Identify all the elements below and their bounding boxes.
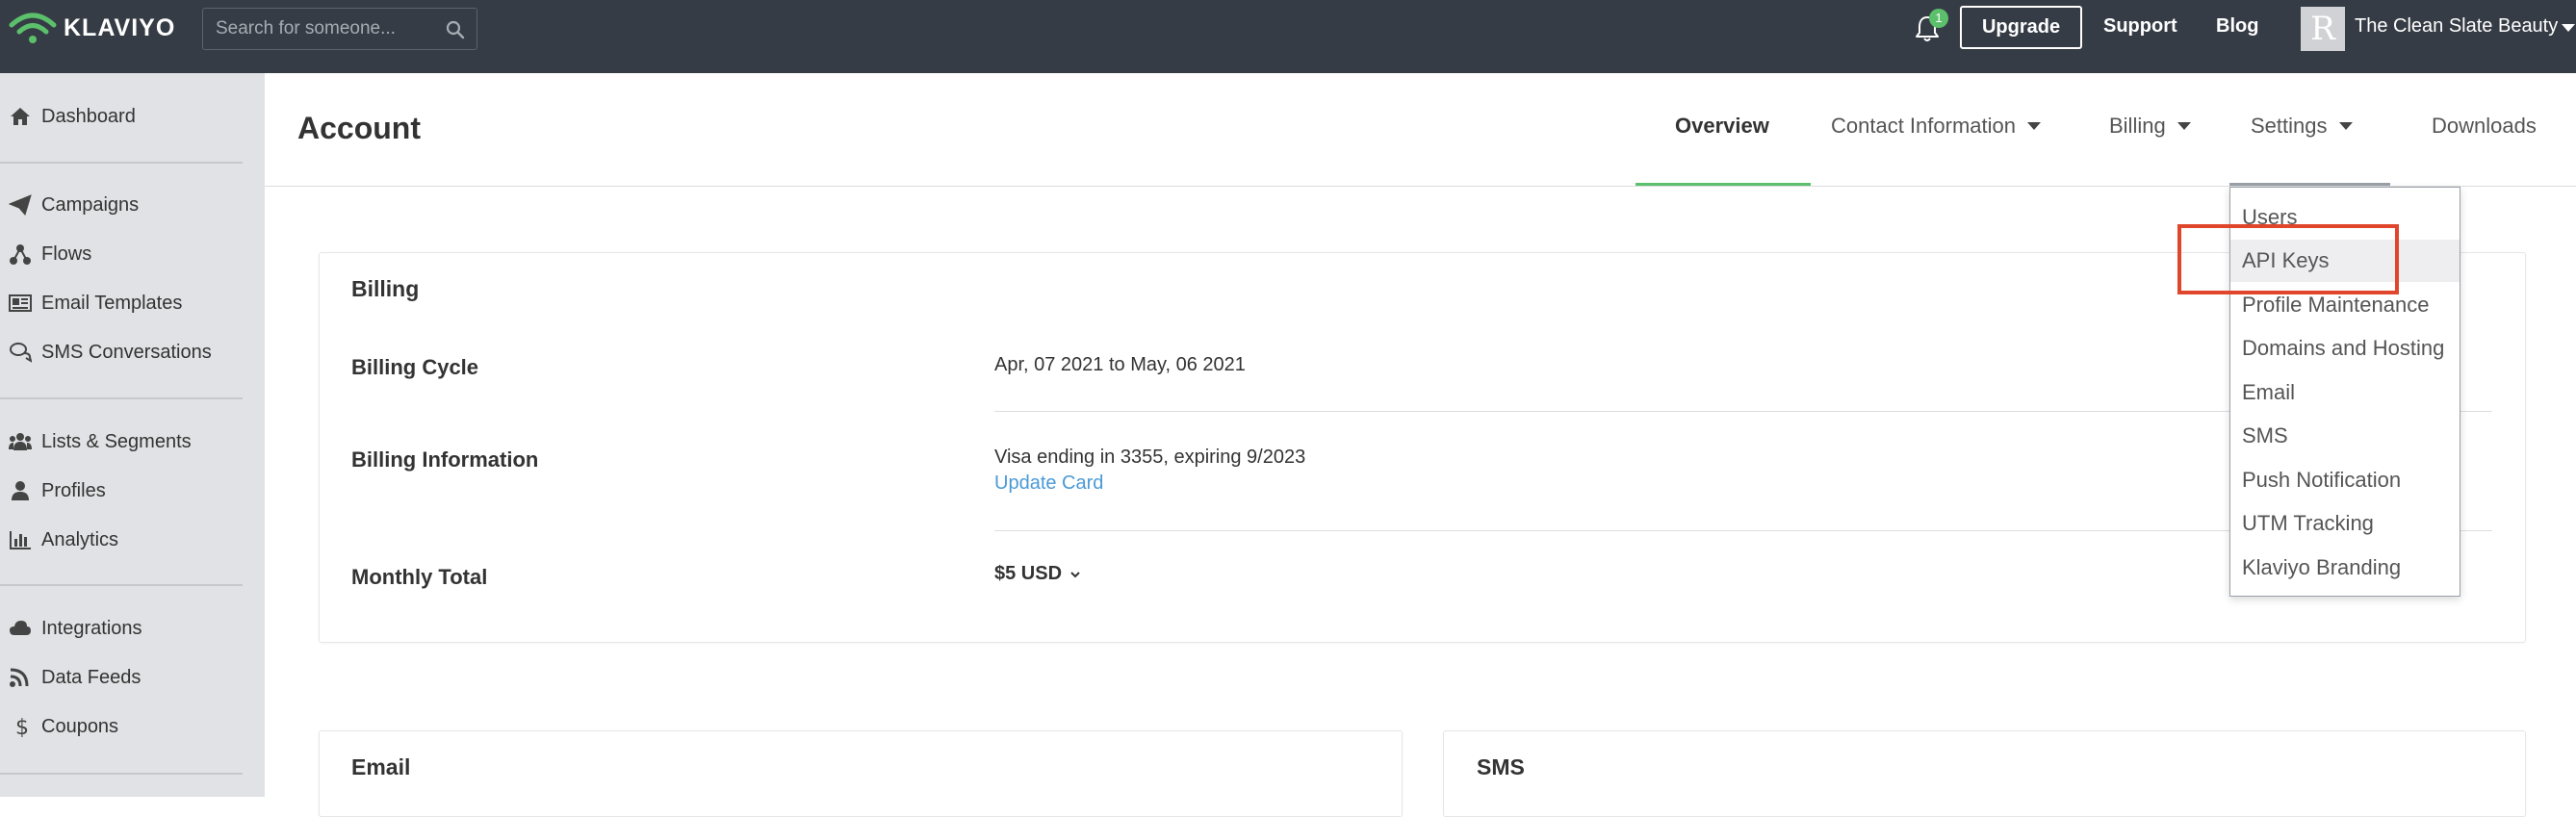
sms-card-title: SMS: [1477, 754, 1525, 779]
tab-label: Settings: [2251, 114, 2328, 138]
template-icon: [7, 292, 34, 315]
sidebar-item-label: Campaigns: [41, 193, 140, 216]
home-icon: [7, 105, 34, 128]
svg-text:$: $: [15, 716, 29, 737]
tab-label: Downloads: [2432, 114, 2537, 138]
sidebar-divider: [0, 397, 243, 399]
top-navigation-bar: KLAVIYO 1 Upgrade Support Blog R The Cle…: [0, 0, 2576, 73]
tab-contact-information[interactable]: Contact Information: [1831, 114, 2041, 139]
menu-item-utm-tracking[interactable]: UTM Tracking: [2230, 502, 2460, 545]
tab-label: Contact Information: [1831, 114, 2016, 138]
caret-down-icon: [2177, 122, 2191, 130]
sidebar-item-label: Analytics: [41, 528, 119, 550]
avatar[interactable]: R: [2301, 7, 2345, 51]
sidebar-divider: [0, 584, 243, 586]
sidebar-item-label: Email Templates: [41, 292, 183, 314]
sidebar: Dashboard Campaigns Flows Email Template…: [0, 73, 265, 797]
update-card-link[interactable]: Update Card: [994, 472, 1103, 495]
billing-cycle-value: Apr, 07 2021 to May, 06 2021: [994, 354, 1246, 375]
menu-item-push-notification[interactable]: Push Notification: [2230, 459, 2460, 501]
sidebar-item-dashboard[interactable]: Dashboard: [0, 97, 250, 136]
sidebar-item-label: Lists & Segments: [41, 430, 192, 452]
tab-label: Billing: [2109, 114, 2166, 138]
tab-label: Overview: [1675, 114, 1769, 138]
sms-card: [1443, 730, 2526, 817]
annotation-highlight-box: [2177, 224, 2399, 294]
sidebar-item-label: Profiles: [41, 479, 106, 501]
billing-information-value: Visa ending in 3355, expiring 9/2023: [994, 447, 1306, 468]
tab-downloads[interactable]: Downloads: [2432, 114, 2537, 139]
users-icon: [7, 430, 34, 453]
search-box[interactable]: [202, 8, 477, 50]
dollar-icon: $: [7, 715, 34, 738]
sidebar-item-label: Coupons: [41, 715, 119, 737]
monthly-total-dropdown[interactable]: $5 USD: [994, 563, 1081, 585]
sidebar-item-label: Flows: [41, 243, 92, 265]
sidebar-item-analytics[interactable]: Analytics: [0, 521, 250, 559]
sidebar-item-label: Data Feeds: [41, 666, 142, 688]
sidebar-item-label: Dashboard: [41, 105, 136, 127]
page-title: Account: [297, 111, 421, 145]
tab-overview[interactable]: Overview: [1675, 114, 1769, 139]
tab-billing[interactable]: Billing: [2109, 114, 2191, 139]
search-icon[interactable]: [446, 20, 465, 39]
blog-link[interactable]: Blog: [2216, 15, 2258, 38]
monthly-total-value: $5 USD: [994, 563, 1063, 584]
search-input[interactable]: [216, 18, 443, 39]
email-card-title: Email: [351, 754, 411, 779]
support-link[interactable]: Support: [2103, 15, 2177, 38]
tab-settings[interactable]: Settings: [2251, 114, 2353, 139]
sidebar-item-label: Integrations: [41, 617, 142, 639]
klaviyo-logo[interactable]: KLAVIYO: [6, 8, 175, 48]
account-name[interactable]: The Clean Slate Beauty: [2355, 15, 2558, 38]
sidebar-item-profiles[interactable]: Profiles: [0, 472, 250, 510]
sidebar-item-coupons[interactable]: $ Coupons: [0, 707, 250, 746]
sidebar-item-integrations[interactable]: Integrations: [0, 609, 250, 648]
billing-card-title: Billing: [351, 276, 420, 301]
sidebar-item-flows[interactable]: Flows: [0, 235, 250, 273]
billing-information-label: Billing Information: [351, 447, 539, 472]
billing-cycle-label: Billing Cycle: [351, 355, 479, 379]
email-card: [319, 730, 1403, 817]
wifi-logo-icon: [9, 13, 57, 43]
paper-plane-icon: [7, 193, 34, 217]
monthly-total-label: Monthly Total: [351, 565, 488, 589]
brand-name: KLAVIYO: [64, 13, 176, 41]
rss-icon: [7, 666, 34, 689]
flow-icon: [7, 243, 34, 266]
caret-down-icon: [2026, 122, 2041, 130]
user-icon: [7, 479, 34, 502]
menu-item-domains-and-hosting[interactable]: Domains and Hosting: [2230, 327, 2460, 370]
upgrade-button[interactable]: Upgrade: [1960, 6, 2082, 49]
menu-item-email[interactable]: Email: [2230, 371, 2460, 414]
sidebar-item-label: SMS Conversations: [41, 341, 212, 363]
chat-icon: [7, 341, 34, 364]
caret-down-icon: [2338, 122, 2353, 130]
sidebar-divider: [0, 162, 243, 164]
account-menu-caret-icon[interactable]: [2562, 24, 2575, 32]
bar-chart-icon: [7, 528, 34, 551]
menu-item-sms[interactable]: SMS: [2230, 415, 2460, 457]
cloud-icon: [7, 617, 34, 640]
billing-card: [319, 252, 2526, 643]
chevron-down-icon: [1070, 571, 1080, 577]
sidebar-item-email-templates[interactable]: Email Templates: [0, 284, 250, 322]
sidebar-item-campaigns[interactable]: Campaigns: [0, 186, 250, 224]
sidebar-item-data-feeds[interactable]: Data Feeds: [0, 658, 250, 697]
menu-item-klaviyo-branding[interactable]: Klaviyo Branding: [2230, 547, 2460, 589]
notification-count-badge: 1: [1929, 9, 1948, 28]
sidebar-item-lists-segments[interactable]: Lists & Segments: [0, 422, 250, 461]
sidebar-item-sms-conversations[interactable]: SMS Conversations: [0, 333, 250, 371]
sidebar-divider: [0, 773, 243, 775]
